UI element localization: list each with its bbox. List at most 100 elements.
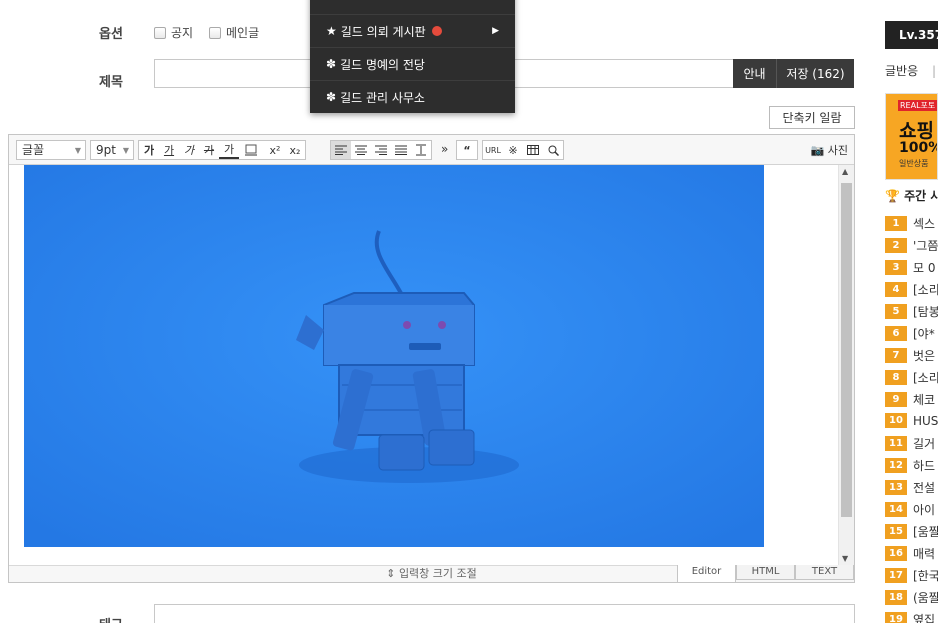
search-icon[interactable] [543,141,563,159]
italic-button[interactable]: 가 [179,141,199,159]
options-label: 옵션 [99,27,123,42]
resize-label: 입력창 크기 조절 [398,567,477,580]
rank-title: 섹스 [913,217,936,231]
underline-button[interactable]: 가 [159,141,179,159]
rank-title: 하드 [913,459,936,473]
bold-button[interactable]: 가 [139,141,159,159]
font-color-button[interactable]: 가 [219,141,239,159]
size-select[interactable]: 9pt ▼ [90,140,134,160]
ranking-item[interactable]: 14 아이 [885,501,935,518]
rank-number-badge: 6 [885,326,907,341]
ad-tag: REAL포토 [898,100,937,111]
ranking-item[interactable]: 5 [탐봉 [885,303,938,320]
align-left-icon[interactable] [331,141,351,159]
line-height-icon[interactable] [411,141,431,159]
weekly-ranking-title: 🏆 주간 사 [885,187,938,204]
rank-number-badge: 5 [885,304,907,319]
tag-input[interactable] [154,604,855,623]
dropdown-item-guild-request[interactable]: ★ 길드 의뢰 게시판 ▶ [310,14,515,47]
special-char-icon[interactable]: ※ [503,141,523,159]
ranking-item[interactable]: 4 [소리 [885,281,938,298]
ranking-item[interactable]: 16 매력 [885,545,935,562]
rank-number-badge: 10 [885,413,907,428]
ad-banner[interactable]: REAL포토 쇼핑 100% 일반상품 [885,93,938,180]
ranking-item[interactable]: 9 체코 [885,391,935,408]
rank-number-badge: 14 [885,502,907,517]
tab-html[interactable]: HTML [736,565,795,580]
text-format-group: 가 가 가 가 가 x² x₂ [138,140,306,160]
ranking-item[interactable]: 8 [소리 [885,369,938,386]
url-link-button[interactable]: URL [483,141,503,159]
main-post-checkbox[interactable] [209,26,221,39]
guide-button[interactable]: 안내 [733,59,777,88]
rank-number-badge: 18 [885,590,907,605]
ranking-item[interactable]: 12 하드 [885,457,935,474]
align-justify-icon[interactable] [391,141,411,159]
rank-title: [소리 [913,283,938,297]
rank-number-badge: 8 [885,370,907,385]
ranking-item[interactable]: 15 [움짤 [885,523,938,540]
subscript-icon[interactable]: x₂ [285,141,305,159]
font-select[interactable]: 글꼴 ▼ [16,140,86,160]
reactions-link[interactable]: 글반응 | [885,62,936,79]
ranking-item[interactable]: 1 섹스 [885,215,935,232]
ranking-item[interactable]: 6 [야* [885,325,935,342]
notice-checkbox[interactable] [154,26,166,39]
photo-button[interactable]: 📷 사진 [811,142,848,158]
rank-number-badge: 13 [885,480,907,495]
rank-number-badge: 9 [885,392,907,407]
reactions-link-label: 글반응 [885,64,919,78]
superscript-icon[interactable]: x² [265,141,285,159]
highlight-color-icon[interactable] [239,141,265,159]
ranking-item[interactable]: 11 길거 [885,435,935,452]
tag-label: 태그 [99,614,123,623]
rank-number-badge: 7 [885,348,907,363]
dropdown-item-label: 길드 명예의 전당 [340,57,425,72]
main-post-option[interactable]: 메인글 [209,24,259,41]
strike-button[interactable]: 가 [199,141,219,159]
ranking-item[interactable]: 17 [한국 [885,567,938,584]
rank-number-badge: 1 [885,216,907,231]
ranking-item[interactable]: 10 HUS [885,413,938,428]
ad-subtext: 일반상품 [899,159,929,168]
save-button[interactable]: 저장 (162) [777,59,854,88]
editor-toolbar: 글꼴 ▼ 9pt ▼ 가 가 가 가 가 x² x₂ » “ URL ※ 📷 사… [9,135,854,165]
notice-label: 공지 [171,26,194,40]
rank-number-badge: 4 [885,282,907,297]
scroll-thumb[interactable] [841,183,852,517]
notice-option[interactable]: 공지 [154,24,193,41]
rank-title: [움짤 [913,525,938,539]
main-post-label: 메인글 [226,26,260,40]
robot-image[interactable] [24,165,764,547]
editor-scrollbar[interactable]: ▲ ▼ [838,165,854,565]
ad-headline: 쇼핑 [899,120,934,142]
tab-editor[interactable]: Editor [677,565,736,582]
ranking-item[interactable]: 7 벗은 [885,347,935,364]
align-right-icon[interactable] [371,141,391,159]
editor-content[interactable] [9,165,838,565]
ranking-item[interactable]: 13 전설 [885,479,935,496]
rank-title: [야* [913,327,935,341]
ranking-item[interactable]: 3 모 0 [885,259,936,276]
scroll-down-icon[interactable]: ▼ [842,554,848,563]
more-tools-icon[interactable]: » [441,142,448,156]
tab-text[interactable]: TEXT [795,565,854,580]
rank-title: HUS [913,413,938,428]
scroll-up-icon[interactable]: ▲ [842,167,848,176]
ranking-item[interactable]: 18 (움짤 [885,589,938,606]
shortcut-list-button[interactable]: 단축키 일람 [769,106,855,129]
rank-title: 길거 [913,437,936,451]
rank-number-badge: 3 [885,260,907,275]
table-icon[interactable] [523,141,543,159]
new-badge-dot [431,26,442,36]
ranking-item[interactable]: 19 옆집 [885,611,935,623]
align-center-icon[interactable] [351,141,371,159]
rank-number-badge: 19 [885,612,907,623]
dropdown-item-guild-office[interactable]: ✽ 길드 관리 사무소 [310,80,515,113]
quote-icon[interactable]: “ [457,141,477,159]
rank-title: [한국 [913,569,938,583]
dropdown-item-guild-hall-of-fame[interactable]: ✽ 길드 명예의 전당 [310,47,515,80]
ranking-item[interactable]: 2 '그쯤 [885,237,938,254]
rank-title: 매력 [913,547,936,561]
rank-title: 체코 [913,393,936,407]
